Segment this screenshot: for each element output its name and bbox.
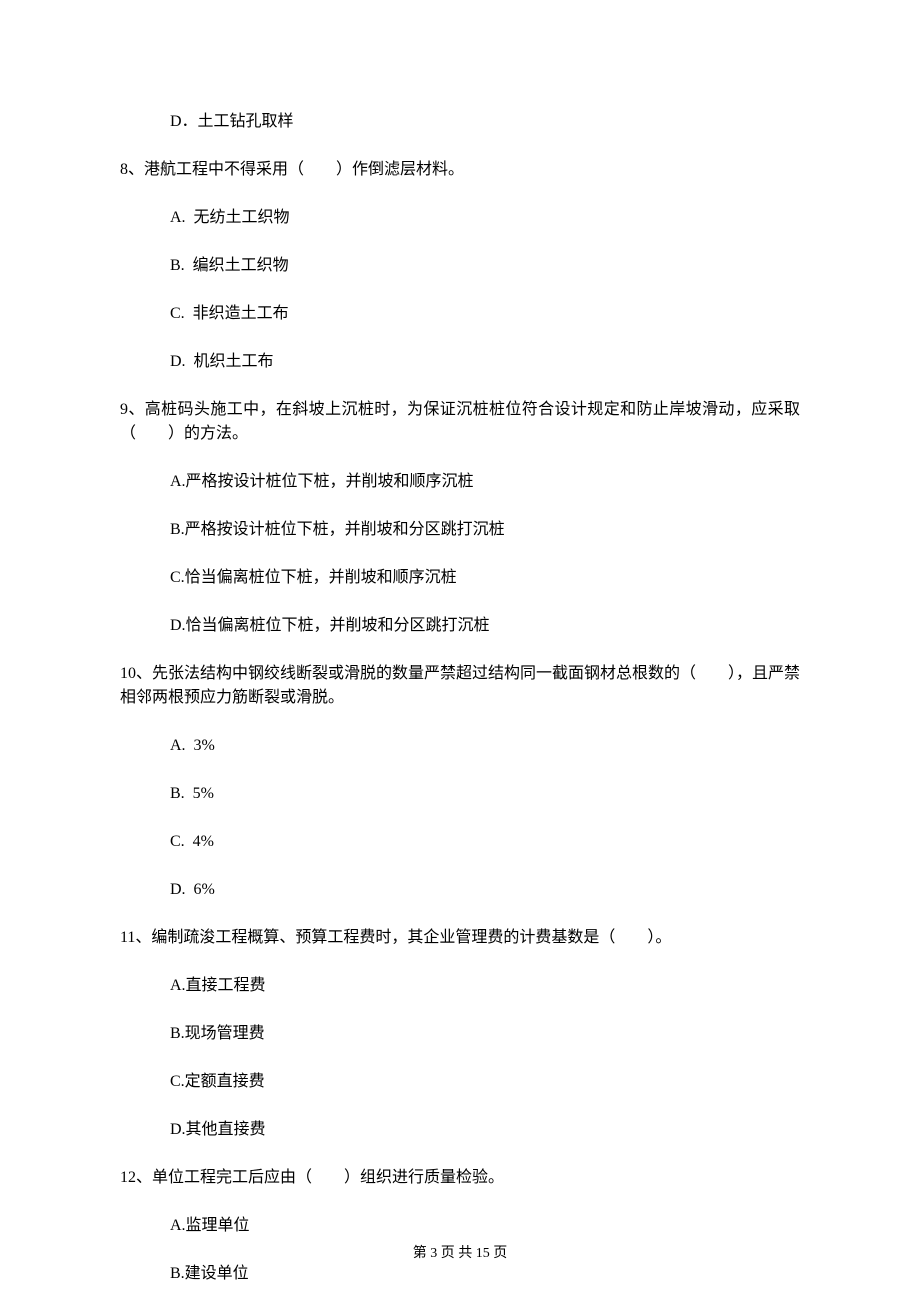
q10-option-b: B. 5% (170, 782, 800, 806)
q12-option-b: B.建设单位 (170, 1262, 800, 1286)
q9-option-a: A.严格按设计桩位下桩，并削坡和顺序沉桩 (170, 470, 800, 494)
q11-option-a: A.直接工程费 (170, 974, 800, 998)
q10-stem: 10、先张法结构中钢绞线断裂或滑脱的数量严禁超过结构同一截面钢材总根数的（ ），… (120, 662, 800, 710)
q10-option-d: D. 6% (170, 878, 800, 902)
q9-stem: 9、高桩码头施工中，在斜坡上沉桩时，为保证沉桩桩位符合设计规定和防止岸坡滑动，应… (120, 398, 800, 446)
q9-option-c: C.恰当偏离桩位下桩，并削坡和顺序沉桩 (170, 566, 800, 590)
page-footer: 第 3 页 共 15 页 (0, 1243, 920, 1264)
q8-option-b: B. 编织土工织物 (170, 254, 800, 278)
q10-option-a: A. 3% (170, 734, 800, 758)
q9-option-d: D.恰当偏离桩位下桩，并削坡和分区跳打沉桩 (170, 614, 800, 638)
q12-stem: 12、单位工程完工后应由（ ）组织进行质量检验。 (120, 1166, 800, 1190)
q11-stem: 11、编制疏浚工程概算、预算工程费时，其企业管理费的计费基数是（ ）。 (120, 926, 800, 950)
q9-option-b: B.严格按设计桩位下桩，并削坡和分区跳打沉桩 (170, 518, 800, 542)
q11-option-d: D.其他直接费 (170, 1118, 800, 1142)
q11-option-c: C.定额直接费 (170, 1070, 800, 1094)
q8-option-a: A. 无纺土工织物 (170, 206, 800, 230)
q8-option-d: D. 机织土工布 (170, 350, 800, 374)
q8-stem: 8、港航工程中不得采用（ ）作倒滤层材料。 (120, 158, 800, 182)
q11-option-b: B.现场管理费 (170, 1022, 800, 1046)
q8-option-c: C. 非织造土工布 (170, 302, 800, 326)
q10-option-c: C. 4% (170, 830, 800, 854)
q12-option-a: A.监理单位 (170, 1214, 800, 1238)
q7-option-d: D．土工钻孔取样 (170, 110, 800, 134)
